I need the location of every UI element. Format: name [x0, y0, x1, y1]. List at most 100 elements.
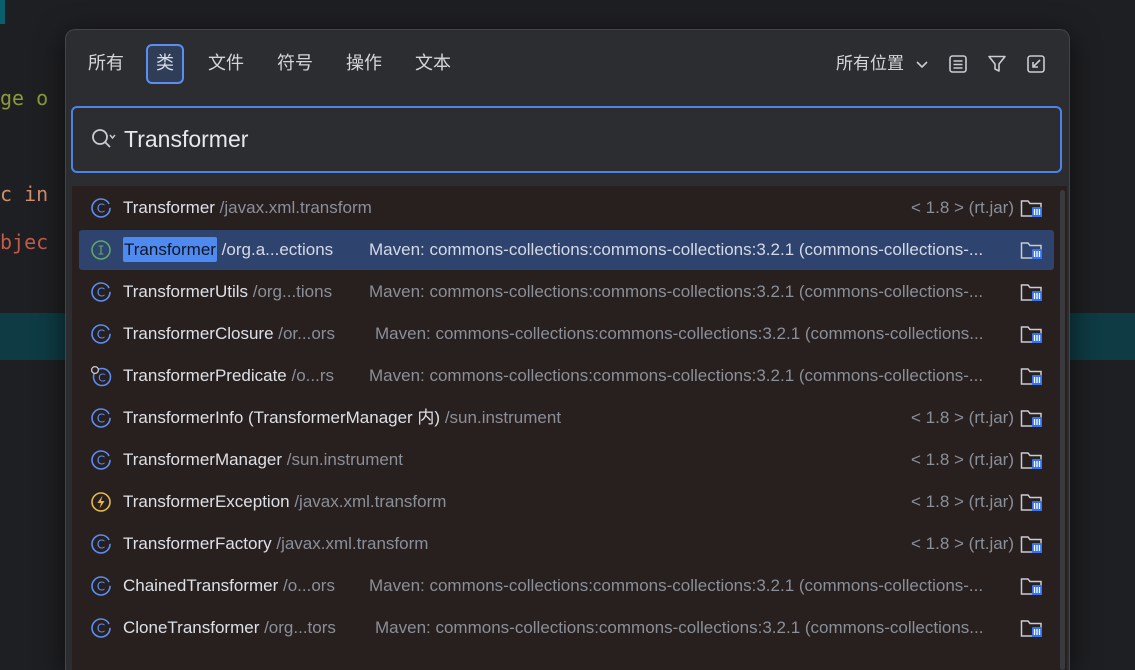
result-row[interactable]: C TransformerPredicate /o...rs Maven: comm… [79, 356, 1054, 396]
result-source: Maven: commons-collections:commons-colle… [369, 240, 984, 259]
result-class-name: CloneTransformer [123, 618, 260, 637]
library-folder-icon [1020, 617, 1044, 639]
result-class-name: TransformerUtils [123, 282, 248, 301]
result-source: Maven: commons-collections:commons-colle… [369, 282, 984, 301]
search-everywhere-popup: 所有 类 文件 符号 操作 文本 所有位置 Transformer C Trans… [65, 29, 1070, 670]
scope-dropdown-label: 所有位置 [836, 54, 904, 74]
result-package: /o...rs [286, 366, 334, 385]
result-package: /org...tions [248, 282, 333, 301]
result-package: /javax.xml.transform [271, 534, 429, 553]
result-class-name: TransformerClosure [123, 324, 274, 343]
result-name: TransformerFactory /javax.xml.transform [123, 524, 428, 564]
result-source: Maven: commons-collections:commons-colle… [369, 576, 984, 595]
result-row[interactable]: C Transformer /javax.xml.transform < 1.8 >… [79, 188, 1054, 228]
result-name: Transformer /javax.xml.transform [123, 188, 372, 228]
result-class-name: TransformerManager [123, 450, 283, 469]
svg-text:C: C [97, 538, 105, 552]
tab-actions[interactable]: 操作 [340, 44, 388, 84]
svg-text:C: C [97, 454, 105, 468]
library-folder-icon [1020, 491, 1044, 513]
search-field[interactable]: Transformer [71, 106, 1062, 173]
svg-text:I: I [97, 244, 104, 258]
result-source: < 1.8 > (rt.jar) [911, 450, 1014, 469]
result-package: /sun.instrument [282, 450, 403, 469]
result-name: ChainedTransformer /o...ors [123, 566, 335, 606]
result-package: /javax.xml.transform [214, 198, 372, 217]
tab-classes[interactable]: 类 [146, 44, 184, 84]
library-folder-icon [1020, 575, 1044, 597]
result-package: /org...tors [259, 618, 336, 637]
svg-text:C: C [97, 286, 105, 300]
result-name: Transformer /org.a...ections [123, 230, 333, 270]
class-icon: C [90, 533, 112, 555]
library-folder-icon [1020, 407, 1044, 429]
result-package: /org.a...ections [216, 240, 334, 259]
tab-files[interactable]: 文件 [202, 44, 250, 84]
scope-dropdown[interactable]: 所有位置 [836, 44, 929, 84]
result-class-name: TransformerInfo (TransformerManager 内) [123, 408, 441, 427]
results-list: C Transformer /javax.xml.transform < 1.8 >… [72, 186, 1067, 670]
result-row[interactable]: TransformerException /javax.xml.transfor… [79, 482, 1054, 522]
editor-gutter-marker [0, 0, 5, 24]
result-source: Maven: commons-collections:commons-colle… [375, 618, 984, 637]
result-row[interactable]: C TransformerUtils /org...tions Maven: com… [79, 272, 1054, 312]
class-icon: C [90, 449, 112, 471]
svg-text:C: C [97, 328, 105, 342]
result-source: < 1.8 > (rt.jar) [911, 534, 1014, 553]
library-folder-icon [1020, 533, 1044, 555]
result-class-name: ChainedTransformer [123, 576, 279, 595]
result-name: TransformerManager /sun.instrument [123, 440, 403, 480]
result-name: CloneTransformer /org...tors [123, 608, 336, 648]
preview-icon[interactable] [947, 53, 969, 75]
class-icon: C [90, 617, 112, 639]
result-source: < 1.8 > (rt.jar) [911, 408, 1014, 427]
result-row[interactable]: C ChainedTransformer /o...ors Maven: commo… [79, 566, 1054, 606]
class-icon: C [90, 407, 112, 429]
library-folder-icon [1020, 323, 1044, 345]
result-class-name: TransformerPredicate [123, 366, 287, 385]
result-package: /o...ors [278, 576, 335, 595]
editor-code-line: ge o [0, 86, 49, 110]
filter-icon[interactable] [986, 53, 1008, 75]
result-row[interactable]: C CloneTransformer /org...tors Maven: comm… [79, 608, 1054, 648]
result-source: Maven: commons-collections:commons-colle… [375, 324, 984, 343]
result-name: TransformerInfo (TransformerManager 内) /… [123, 398, 561, 438]
result-name: TransformerClosure /or...ors [123, 314, 335, 354]
result-row[interactable]: C TransformerFactory /javax.xml.transform… [79, 524, 1054, 564]
result-name: TransformerPredicate /o...rs [123, 356, 334, 396]
result-package: /javax.xml.transform [289, 492, 447, 511]
scope-tabs: 所有 类 文件 符号 操作 文本 所有位置 [66, 30, 1069, 102]
result-name: TransformerException /javax.xml.transfor… [123, 482, 446, 522]
interface-icon: I [90, 239, 112, 261]
tab-all[interactable]: 所有 [83, 44, 129, 84]
result-class-name: Transformer [123, 198, 215, 217]
tab-symbols[interactable]: 符号 [271, 44, 319, 84]
results-scrollbar[interactable] [1060, 190, 1065, 670]
tab-text[interactable]: 文本 [409, 44, 457, 84]
result-package: /sun.instrument [440, 408, 562, 427]
library-folder-icon [1020, 365, 1044, 387]
library-folder-icon [1020, 449, 1044, 471]
result-class-name: TransformerException [123, 492, 290, 511]
library-folder-icon [1020, 239, 1044, 261]
library-folder-icon [1020, 197, 1044, 219]
search-icon [92, 129, 116, 148]
result-row[interactable]: C TransformerManager /sun.instrument < 1.8… [79, 440, 1054, 480]
search-input[interactable]: Transformer [124, 108, 248, 171]
result-row[interactable]: I Transformer /org.a...ections Maven: comm… [79, 230, 1054, 270]
svg-text:C: C [97, 580, 105, 594]
result-row[interactable]: C TransformerInfo (TransformerManager 内) … [79, 398, 1054, 438]
result-row[interactable]: C TransformerClosure /or...ors Maven: comm… [79, 314, 1054, 354]
chevron-down-icon [916, 61, 928, 69]
result-source: < 1.8 > (rt.jar) [911, 492, 1014, 511]
result-name: TransformerUtils /org...tions [123, 272, 332, 312]
open-in-tool-window-icon[interactable] [1025, 53, 1047, 75]
svg-text:C: C [97, 202, 105, 216]
library-folder-icon [1020, 281, 1044, 303]
class-icon: C [90, 323, 112, 345]
class-icon: C [90, 575, 112, 597]
exception-icon [90, 491, 112, 513]
result-package: /or...ors [273, 324, 335, 343]
svg-text:C: C [97, 412, 105, 426]
class-icon: C [90, 197, 112, 219]
